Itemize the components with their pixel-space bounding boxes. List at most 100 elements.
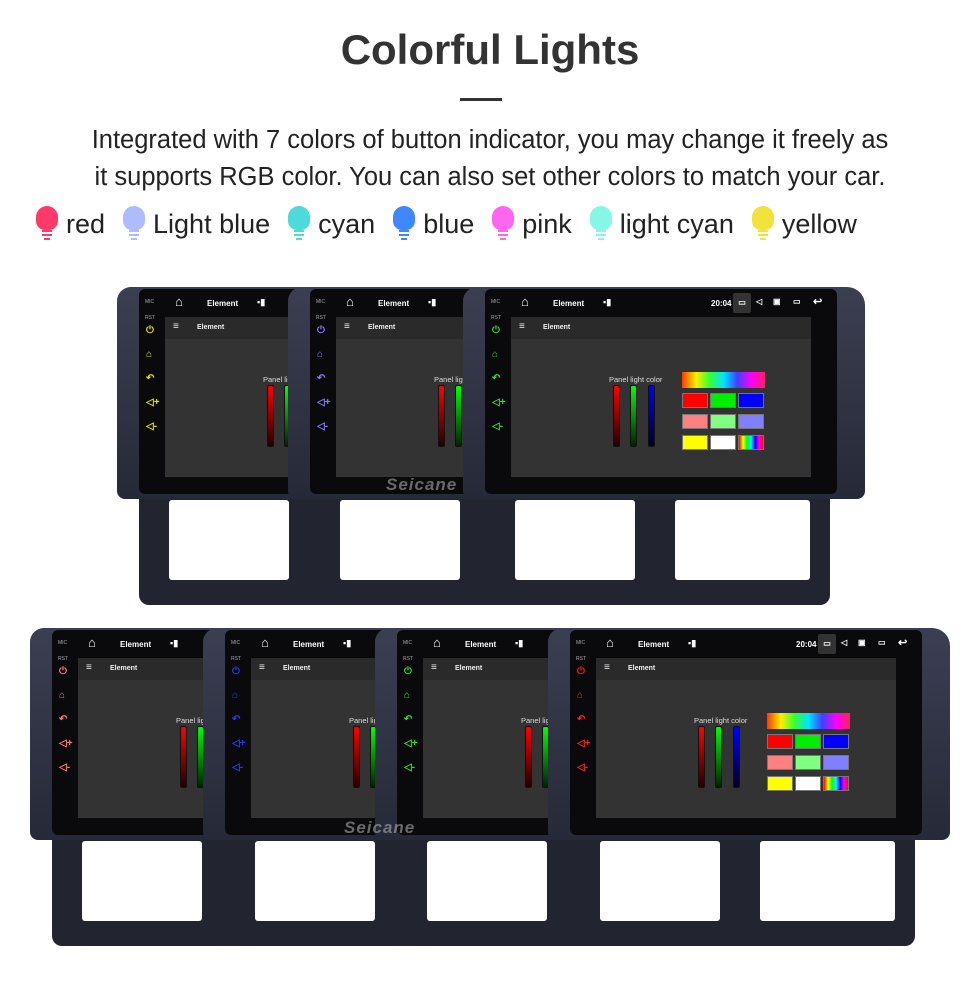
- back-icon[interactable]: ↶: [492, 373, 500, 384]
- back-icon[interactable]: ↶: [232, 714, 240, 725]
- return-icon[interactable]: ↩: [898, 636, 907, 649]
- volume-up-icon[interactable]: ◁+: [146, 397, 160, 408]
- color-swatch[interactable]: [738, 435, 764, 450]
- battery-icon[interactable]: ▭: [818, 634, 836, 654]
- color-swatch[interactable]: [710, 393, 736, 408]
- window-icon[interactable]: ▭: [878, 638, 886, 647]
- volume-down-icon[interactable]: ◁-: [577, 762, 588, 773]
- green-slider[interactable]: [455, 385, 462, 447]
- volume-down-icon[interactable]: ◁-: [317, 421, 328, 432]
- menu-icon[interactable]: ≡: [519, 321, 525, 332]
- screen-icon[interactable]: ▣: [773, 297, 781, 306]
- volume-icon[interactable]: ◁: [841, 638, 847, 647]
- power-icon[interactable]: ⏻: [59, 666, 67, 677]
- color-swatch[interactable]: [823, 776, 849, 791]
- color-legend: red Light blue cyan blue pink light cyan yello…: [36, 206, 875, 242]
- red-slider[interactable]: [180, 726, 187, 788]
- bulb-icon: [36, 206, 58, 242]
- home-icon[interactable]: ⌂: [346, 294, 354, 309]
- red-slider[interactable]: [353, 726, 360, 788]
- green-slider[interactable]: [630, 385, 637, 447]
- red-slider[interactable]: [438, 385, 445, 447]
- home-icon[interactable]: ⌂: [59, 690, 65, 701]
- red-slider[interactable]: [613, 385, 620, 447]
- home-icon[interactable]: ⌂: [232, 690, 238, 701]
- volume-up-icon[interactable]: ◁+: [492, 397, 506, 408]
- power-icon[interactable]: ⏻: [232, 666, 240, 677]
- volume-up-icon[interactable]: ◁+: [59, 738, 73, 749]
- home-icon[interactable]: ⌂: [175, 294, 183, 309]
- volume-up-icon[interactable]: ◁+: [232, 738, 246, 749]
- home-icon[interactable]: ⌂: [606, 635, 614, 650]
- home-icon[interactable]: ⌂: [433, 635, 441, 650]
- blue-slider[interactable]: [733, 726, 740, 788]
- color-swatch[interactable]: [682, 393, 708, 408]
- rainbow-bar[interactable]: [767, 713, 850, 729]
- mic-label: MIC: [403, 640, 413, 646]
- green-slider[interactable]: [715, 726, 722, 788]
- menu-icon[interactable]: ≡: [431, 662, 437, 673]
- color-swatch[interactable]: [767, 776, 793, 791]
- home-icon[interactable]: ⌂: [577, 690, 583, 701]
- color-swatch[interactable]: [767, 734, 793, 749]
- home-icon[interactable]: ⌂: [404, 690, 410, 701]
- back-icon[interactable]: ↶: [404, 714, 412, 725]
- color-swatch[interactable]: [795, 776, 821, 791]
- sd-card-icon: ▪▮: [688, 638, 697, 648]
- back-icon[interactable]: ↶: [59, 714, 67, 725]
- menu-icon[interactable]: ≡: [344, 321, 350, 332]
- home-icon[interactable]: ⌂: [521, 294, 529, 309]
- volume-down-icon[interactable]: ◁-: [146, 421, 157, 432]
- home-icon[interactable]: ⌂: [88, 635, 96, 650]
- volume-up-icon[interactable]: ◁+: [404, 738, 418, 749]
- power-icon[interactable]: ⏻: [492, 325, 500, 336]
- red-slider[interactable]: [267, 385, 274, 447]
- home-icon[interactable]: ⌂: [261, 635, 269, 650]
- return-icon[interactable]: ↩: [813, 295, 822, 308]
- power-icon[interactable]: ⏻: [146, 325, 154, 336]
- color-swatch[interactable]: [767, 755, 793, 770]
- volume-down-icon[interactable]: ◁-: [232, 762, 243, 773]
- color-swatch[interactable]: [795, 734, 821, 749]
- color-swatch[interactable]: [682, 414, 708, 429]
- page-heading: Element: [110, 665, 138, 672]
- volume-up-icon[interactable]: ◁+: [317, 397, 331, 408]
- back-icon[interactable]: ↶: [146, 373, 154, 384]
- menu-icon[interactable]: ≡: [86, 662, 92, 673]
- back-icon[interactable]: ↶: [317, 373, 325, 384]
- description: Integrated with 7 colors of button indic…: [0, 122, 980, 196]
- power-icon[interactable]: ⏻: [577, 666, 585, 677]
- volume-down-icon[interactable]: ◁-: [492, 421, 503, 432]
- color-swatch[interactable]: [710, 435, 736, 450]
- screen-icon[interactable]: ▣: [858, 638, 866, 647]
- color-swatch[interactable]: [823, 734, 849, 749]
- menu-icon[interactable]: ≡: [173, 321, 179, 332]
- home-icon[interactable]: ⌂: [492, 349, 498, 360]
- color-swatch[interactable]: [738, 414, 764, 429]
- volume-down-icon[interactable]: ◁-: [59, 762, 70, 773]
- vent-panel: [485, 492, 830, 605]
- rainbow-bar[interactable]: [682, 372, 765, 388]
- color-swatch[interactable]: [710, 414, 736, 429]
- blue-slider[interactable]: [648, 385, 655, 447]
- back-icon[interactable]: ↶: [577, 714, 585, 725]
- menu-icon[interactable]: ≡: [604, 662, 610, 673]
- volume-up-icon[interactable]: ◁+: [577, 738, 591, 749]
- home-icon[interactable]: ⌂: [317, 349, 323, 360]
- red-slider[interactable]: [698, 726, 705, 788]
- red-slider[interactable]: [525, 726, 532, 788]
- window-icon[interactable]: ▭: [793, 297, 801, 306]
- battery-icon[interactable]: ▭: [733, 293, 751, 313]
- power-icon[interactable]: ⏻: [317, 325, 325, 336]
- power-icon[interactable]: ⏻: [404, 666, 412, 677]
- color-swatch[interactable]: [738, 393, 764, 408]
- volume-down-icon[interactable]: ◁-: [404, 762, 415, 773]
- home-icon[interactable]: ⌂: [146, 349, 152, 360]
- color-swatch[interactable]: [682, 435, 708, 450]
- color-swatch[interactable]: [823, 755, 849, 770]
- color-swatch[interactable]: [795, 755, 821, 770]
- menu-icon[interactable]: ≡: [259, 662, 265, 673]
- color-palette: [767, 713, 850, 791]
- legend-item-red: red: [36, 206, 105, 242]
- volume-icon[interactable]: ◁: [756, 297, 762, 306]
